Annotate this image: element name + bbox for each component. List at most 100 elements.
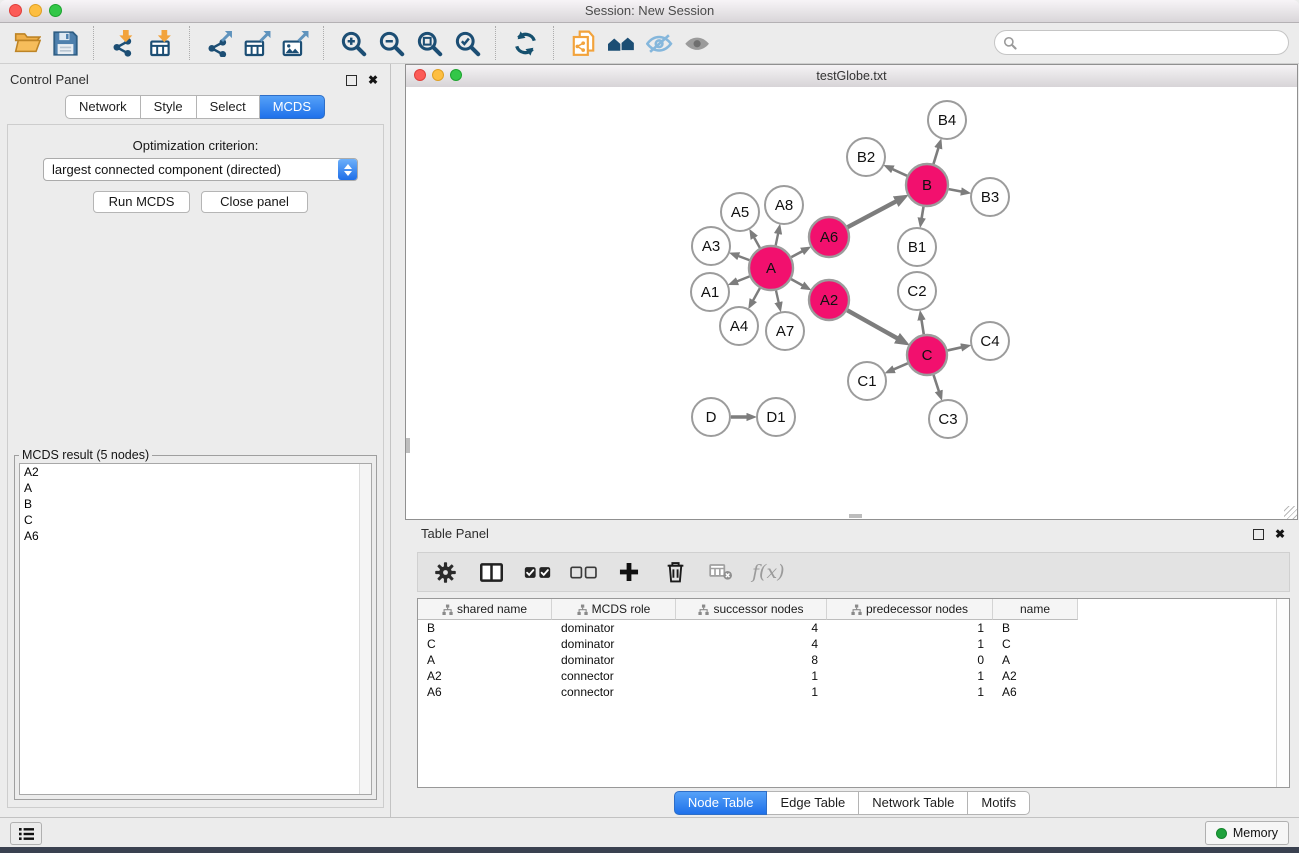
export-table-button[interactable] (238, 25, 276, 61)
float-panel-icon[interactable] (346, 75, 357, 86)
edge-C-C3[interactable] (934, 375, 940, 392)
node-C4[interactable]: C4 (971, 322, 1009, 360)
edge-A6-B[interactable] (848, 201, 897, 227)
zoom-out-button[interactable] (372, 25, 410, 61)
list-scrollbar[interactable] (359, 464, 371, 794)
edge-B-B3[interactable] (949, 189, 963, 192)
node-A[interactable]: A (749, 246, 793, 290)
tab-style[interactable]: Style (141, 95, 197, 119)
search-field[interactable] (994, 30, 1289, 55)
show-panels-menu-button[interactable] (10, 822, 42, 845)
tab-motifs[interactable]: Motifs (968, 791, 1030, 815)
tab-mcds[interactable]: MCDS (260, 95, 325, 119)
node-A5[interactable]: A5 (721, 193, 759, 231)
edge-A-A7[interactable] (776, 290, 779, 303)
node-B1[interactable]: B1 (898, 228, 936, 266)
canvas-vscroll-thumb[interactable] (406, 438, 410, 453)
run-mcds-button[interactable]: Run MCDS (93, 191, 190, 213)
zoom-in-button[interactable] (334, 25, 372, 61)
table-row[interactable]: Cdominator41C (418, 636, 1289, 652)
node-B4[interactable]: B4 (928, 101, 966, 139)
import-table-button[interactable] (142, 25, 180, 61)
node-B3[interactable]: B3 (971, 178, 1009, 216)
node-A6[interactable]: A6 (809, 217, 849, 257)
node-C3[interactable]: C3 (929, 400, 967, 438)
delete-table-button[interactable] (704, 556, 738, 588)
node-B2[interactable]: B2 (847, 138, 885, 176)
float-panel-icon[interactable] (1253, 529, 1264, 540)
edge-B-B1[interactable] (921, 207, 923, 220)
node-A2[interactable]: A2 (809, 280, 849, 320)
edge-B-B2[interactable] (891, 169, 907, 176)
table-row[interactable]: A6connector11A6 (418, 684, 1289, 700)
close-panel-button[interactable]: Close panel (201, 191, 308, 213)
show-panel-button[interactable] (678, 25, 716, 61)
function-builder-button[interactable]: f(x) (752, 561, 785, 583)
table-row[interactable]: Adominator80A (418, 652, 1289, 668)
edge-A-A4[interactable] (753, 288, 760, 301)
node-B[interactable]: B (906, 164, 948, 206)
node-C[interactable]: C (907, 335, 947, 375)
memory-button[interactable]: Memory (1205, 821, 1289, 845)
node-A7[interactable]: A7 (766, 312, 804, 350)
edge-B-B4[interactable] (933, 147, 938, 164)
edge-A-A8[interactable] (776, 232, 779, 245)
tab-network-table[interactable]: Network Table (859, 791, 968, 815)
add-column-button[interactable] (612, 556, 646, 588)
show-columns-button[interactable] (474, 556, 508, 588)
edge-A-A3[interactable] (737, 256, 749, 260)
network-canvas[interactable]: B4 B2 B B3 A8A5 A6 B1 A3 A C2 A1 A2 A4A7 C4 C C1 C3 D D1 (406, 87, 1297, 519)
hide-panel-button[interactable] (640, 25, 678, 61)
node-A4[interactable]: A4 (720, 307, 758, 345)
refresh-button[interactable] (506, 25, 544, 61)
import-network-button[interactable] (104, 25, 142, 61)
export-network-button[interactable] (200, 25, 238, 61)
column-header-name[interactable]: name (993, 599, 1078, 620)
edge-A-A5[interactable] (754, 236, 760, 247)
node-A1[interactable]: A1 (691, 273, 729, 311)
node-D[interactable]: D (692, 398, 730, 436)
save-session-button[interactable] (46, 25, 84, 61)
node-C1[interactable]: C1 (848, 362, 886, 400)
column-header-shared-name[interactable]: shared name (418, 599, 552, 620)
node-A3[interactable]: A3 (692, 227, 730, 265)
export-image-button[interactable] (276, 25, 314, 61)
node-A8[interactable]: A8 (765, 186, 803, 224)
tab-edge-table[interactable]: Edge Table (767, 791, 859, 815)
select-all-button[interactable] (520, 556, 554, 588)
mcds-result-item[interactable]: A2 (20, 464, 371, 480)
column-header-predecessor-nodes[interactable]: predecessor nodes (827, 599, 993, 620)
home-button[interactable] (602, 25, 640, 61)
mcds-result-item[interactable]: A (20, 480, 371, 496)
mcds-result-item[interactable]: A6 (20, 528, 371, 544)
close-panel-icon[interactable]: ✖ (368, 74, 378, 86)
zoom-fit-button[interactable] (410, 25, 448, 61)
node-D1[interactable]: D1 (757, 398, 795, 436)
edge-A-A2[interactable] (791, 279, 803, 286)
close-panel-icon[interactable]: ✖ (1275, 528, 1285, 540)
edge-A-A1[interactable] (736, 276, 750, 281)
table-row[interactable]: A2connector11A2 (418, 668, 1289, 684)
node-C2[interactable]: C2 (898, 272, 936, 310)
tab-node-table[interactable]: Node Table (674, 791, 768, 815)
open-file-button[interactable] (8, 25, 46, 61)
deselect-all-button[interactable] (566, 556, 600, 588)
criterion-select[interactable]: largest connected component (directed) (43, 158, 358, 181)
mcds-result-item[interactable]: C (20, 512, 371, 528)
mcds-result-item[interactable]: B (20, 496, 371, 512)
zoom-selected-button[interactable] (448, 25, 486, 61)
table-row[interactable]: Bdominator41B (418, 620, 1289, 636)
search-input[interactable] (1022, 35, 1288, 51)
table-settings-button[interactable] (428, 556, 462, 588)
resize-grip[interactable] (1284, 506, 1297, 519)
tab-select[interactable]: Select (197, 95, 260, 119)
column-header-MCDS-role[interactable]: MCDS role (552, 599, 676, 620)
column-header-successor-nodes[interactable]: successor nodes (676, 599, 827, 620)
edge-C-C2[interactable] (921, 319, 923, 335)
edge-C-C4[interactable] (947, 347, 962, 350)
edge-A-A6[interactable] (791, 251, 803, 257)
edge-C-C1[interactable] (893, 363, 908, 370)
table-scrollbar[interactable] (1276, 599, 1289, 787)
edge-A2-C[interactable] (847, 310, 898, 339)
canvas-hscroll-thumb[interactable] (849, 514, 862, 518)
